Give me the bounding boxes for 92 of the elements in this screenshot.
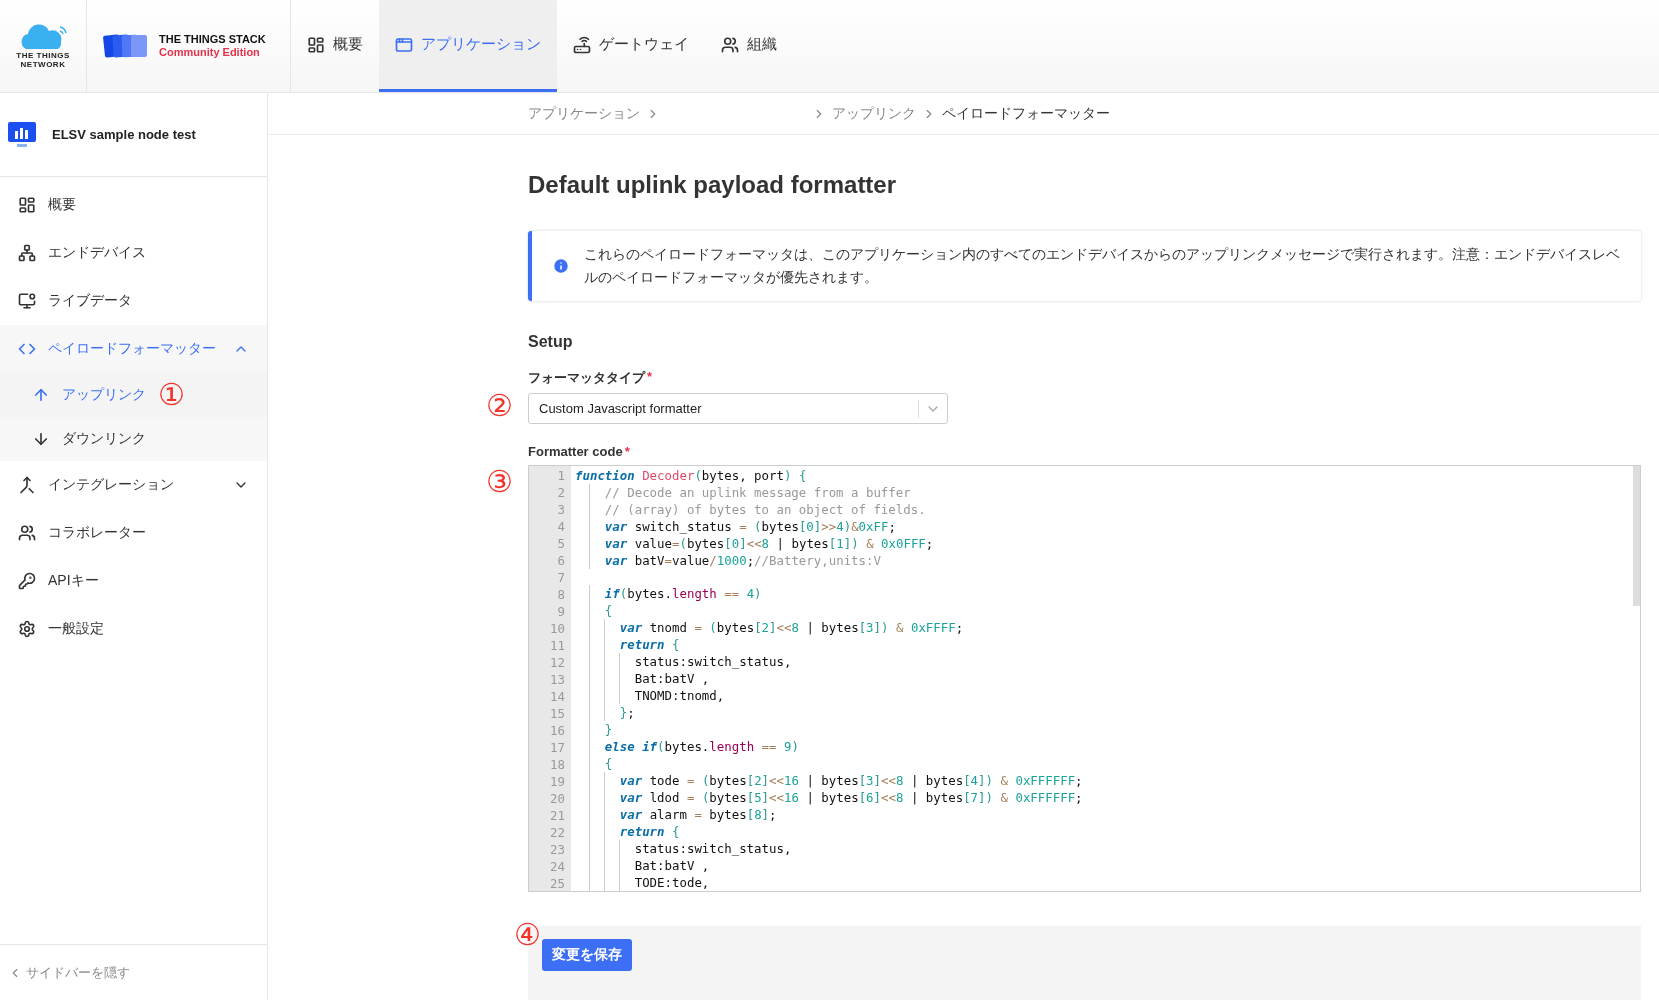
line-number: 17 xyxy=(549,739,566,756)
line-number: 24 xyxy=(549,858,566,875)
page-title: Default uplink payload formatter xyxy=(528,171,898,199)
line-number: 2 xyxy=(556,484,566,501)
sidebar-item[interactable]: インテグレーション xyxy=(0,461,267,509)
line-number: 1 xyxy=(556,467,566,484)
network-icon xyxy=(18,244,36,262)
line-number: 9 xyxy=(556,603,566,620)
line-number: 5 xyxy=(556,535,566,552)
nav-tab[interactable]: 組織 xyxy=(704,0,793,92)
required-mark: * xyxy=(647,369,653,386)
stack-logo: THE THINGS STACK Community Edition xyxy=(159,33,266,59)
code-line: } xyxy=(575,721,1640,738)
code-line: { xyxy=(575,602,1640,619)
sidebar-item[interactable]: ペイロードフォーマッター xyxy=(0,325,267,373)
stack-logo-icon xyxy=(103,33,149,59)
arrow-down-icon xyxy=(32,430,50,448)
code-line: TNOMD:tnomd, xyxy=(575,687,1640,704)
people-icon xyxy=(18,524,36,542)
key-icon xyxy=(18,572,36,590)
code-line: var alarm = bytes[8]; xyxy=(575,806,1640,823)
hide-sidebar-link[interactable]: サイドバーを隠す xyxy=(26,963,130,982)
line-number: 12 xyxy=(549,654,566,671)
sidebar-item[interactable]: コラボレーター xyxy=(0,509,267,557)
sidebar-item[interactable]: ライブデータ xyxy=(0,277,267,325)
nav-tab[interactable]: ゲートウェイ xyxy=(556,0,705,92)
step-number: ④ xyxy=(514,917,541,952)
sidebar-item[interactable]: APIキー xyxy=(0,557,267,605)
code-line: return { xyxy=(575,636,1640,653)
code-line: TODE:tode, xyxy=(575,874,1640,891)
line-number: 22 xyxy=(549,824,566,841)
code-editor[interactable] xyxy=(528,465,1641,892)
code-line: var tode = (bytes[2]<<16 | bytes[3]<<8 | bytes[4]) & 0xFFFFFF; xyxy=(575,772,1640,789)
window-icon xyxy=(394,35,413,54)
line-number: 21 xyxy=(549,807,566,824)
formatter-type-select[interactable]: Custom Javascript formatter xyxy=(528,393,948,424)
breadcrumb-link[interactable]: アプリケーション xyxy=(528,104,640,123)
line-number: 13 xyxy=(549,671,566,688)
field-label: Formatter code xyxy=(528,444,623,459)
line-number: 15 xyxy=(549,705,566,722)
info-icon xyxy=(552,257,570,275)
settings-icon xyxy=(18,620,36,638)
step-number: ③ xyxy=(486,464,513,499)
line-number: 8 xyxy=(556,586,566,603)
merge-icon xyxy=(18,476,36,494)
nav-tab[interactable]: 概要 xyxy=(290,0,379,92)
required-mark: * xyxy=(624,444,630,459)
dashboard-icon xyxy=(306,35,325,54)
line-number: 14 xyxy=(549,688,566,705)
nav-tab[interactable]: アプリケーション xyxy=(378,0,557,92)
line-number: 25 xyxy=(549,875,566,891)
section-heading: Setup xyxy=(528,333,574,351)
app-icon xyxy=(8,121,36,148)
step-number: ① xyxy=(158,380,185,410)
code-line: var tnomd = (bytes[2]<<8 | bytes[3]) & 0xFFFF; xyxy=(575,619,1640,636)
line-number: 4 xyxy=(556,518,566,535)
code-line: status:switch_status, xyxy=(575,840,1640,857)
monitor-icon xyxy=(18,292,36,310)
line-number: 3 xyxy=(556,501,566,518)
code-line: Bat:batV , xyxy=(575,670,1640,687)
sidebar-subitem[interactable]: ダウンリンク xyxy=(0,417,267,461)
breadcrumb-link[interactable]: アップリンク xyxy=(832,104,916,123)
line-number: 23 xyxy=(549,841,566,858)
code-line: Bat:batV , xyxy=(575,857,1640,874)
line-number: 7 xyxy=(556,569,566,586)
sidebar-item[interactable]: エンドデバイス xyxy=(0,229,267,277)
save-button[interactable]: 変更を保存 xyxy=(542,939,632,971)
notice-text: これらのペイロードフォーマッタは、このアプリケーション内のすべてのエンドデバイスからのアップリンクメッセージで実行されます。注意：エンドデバイスレベルのペイロードフォーマッタが優先されます。 xyxy=(584,246,1621,287)
line-number: 6 xyxy=(556,552,566,569)
scrollbar[interactable] xyxy=(1633,466,1640,606)
sidebar-item[interactable]: 概要 xyxy=(0,181,267,229)
line-number: 16 xyxy=(549,722,566,739)
application-name: ELSV sample node test xyxy=(52,127,196,142)
network-logo: THE THINGS NETWORK xyxy=(16,23,70,69)
line-number: 18 xyxy=(549,756,566,773)
code-line: status:switch_status, xyxy=(575,653,1640,670)
line-number: 11 xyxy=(549,637,566,654)
people-icon xyxy=(720,35,739,54)
step-number: ② xyxy=(486,388,513,423)
code-line: return { xyxy=(575,823,1640,840)
line-number: 10 xyxy=(549,620,566,637)
line-number: 19 xyxy=(549,773,566,790)
code-line: else if(bytes.length == 9) xyxy=(575,738,1640,755)
field-label: フォーマッタタイプ xyxy=(528,369,645,387)
code-line: { xyxy=(575,755,1640,772)
router-icon xyxy=(572,35,591,54)
code-line: var ldod = (bytes[5]<<16 | bytes[6]<<8 | bytes[7]) & 0xFFFFFF; xyxy=(575,789,1640,806)
code-line: }; xyxy=(575,704,1640,721)
sidebar-item[interactable]: 一般設定 xyxy=(0,605,267,653)
code-line: function Decoder(bytes, port) { xyxy=(575,467,808,484)
line-number: 20 xyxy=(549,790,566,807)
dashboard-icon xyxy=(18,196,36,214)
